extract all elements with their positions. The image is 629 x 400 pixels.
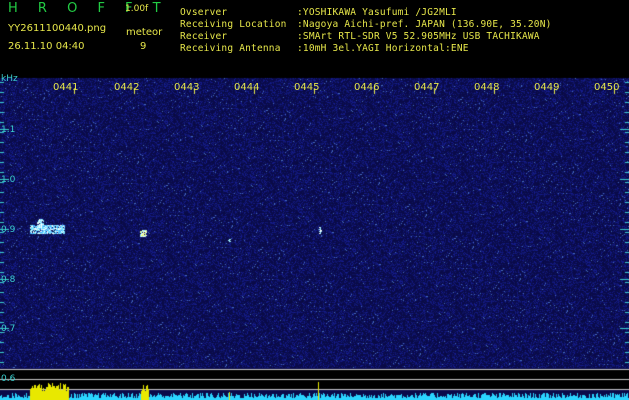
- observer-label: Ovserver: [180, 7, 228, 18]
- receiver-value: :SMArt RTL-SDR V5 52.905MHz USB TACHIKAW…: [297, 31, 540, 42]
- antenna-label: Receiving Antenna: [180, 43, 281, 54]
- freq-label-1-1: 1.1: [1, 125, 16, 135]
- location-value: :Nagoya Aichi-pref. JAPAN (136.90E, 35.2…: [297, 19, 552, 30]
- time-label-0441: 0441: [53, 82, 79, 93]
- time-label-0442: 0442: [114, 82, 140, 93]
- meteor-count: 9: [140, 41, 147, 52]
- time-label-0443: 0443: [174, 82, 200, 93]
- frequency-unit-label: kHz: [1, 74, 18, 84]
- freq-label-0-7: 0.7: [1, 324, 16, 334]
- time-label-0446: 0446: [354, 82, 380, 93]
- location-label: Receiving Location: [180, 19, 287, 30]
- receiver-label: Receiver: [180, 31, 228, 42]
- time-label-0444: 0444: [234, 82, 260, 93]
- freq-label-1-0: 1.0: [1, 175, 16, 185]
- time-label-0449: 0449: [534, 82, 560, 93]
- freq-label-0-6: 0.6: [1, 374, 16, 384]
- observer-value: :YOSHIKAWA Yasufumi /JG2MLI: [297, 7, 457, 18]
- meteor-label: meteor: [126, 27, 163, 38]
- spectrogram-canvas: [0, 0, 629, 400]
- filename-label: YY2611100440.png: [8, 23, 107, 34]
- time-label-0447: 0447: [414, 82, 440, 93]
- version-label: 1.00f: [125, 4, 149, 14]
- freq-label-0-9: 0.9: [1, 225, 16, 235]
- datetime-label: 26.11.10 04:40: [8, 41, 85, 52]
- time-label-0448: 0448: [474, 82, 500, 93]
- time-label-0445: 0445: [294, 82, 320, 93]
- time-label-0450: 0450: [594, 82, 620, 93]
- freq-label-0-8: 0.8: [1, 275, 16, 285]
- antenna-value: :10mH 3el.YAGI Horizontal:ENE: [297, 43, 469, 54]
